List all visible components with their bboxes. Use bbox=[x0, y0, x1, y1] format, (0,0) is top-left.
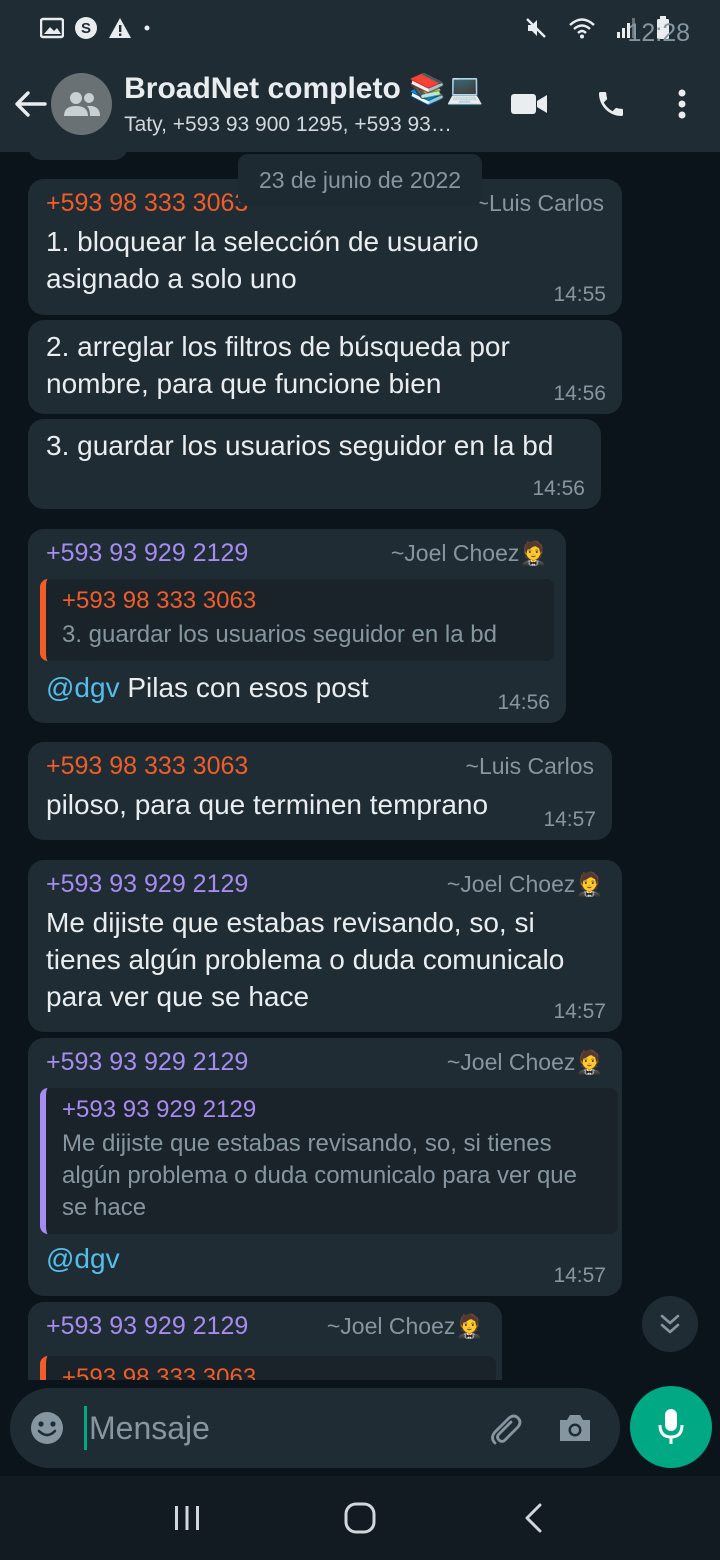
message-input[interactable]: Mensaje bbox=[89, 1410, 470, 1447]
system-nav-bar bbox=[0, 1476, 720, 1560]
composer-bar: Mensaje bbox=[0, 1380, 720, 1476]
system-back-button[interactable] bbox=[488, 1476, 578, 1560]
mention-link[interactable]: @dgv bbox=[46, 672, 120, 703]
voice-message-button[interactable] bbox=[630, 1386, 712, 1468]
wifi-icon bbox=[568, 17, 596, 39]
quoted-text: 3. guardar los usuarios seguidor en la b… bbox=[62, 621, 497, 648]
status-time: 12:28 bbox=[627, 19, 690, 47]
message-time: 14:57 bbox=[543, 808, 596, 831]
group-avatar[interactable] bbox=[51, 73, 113, 135]
message-text: piloso, para que terminen temprano bbox=[46, 789, 489, 820]
sender-alias: ~Luis Carlos bbox=[465, 753, 594, 779]
phone-icon bbox=[599, 92, 623, 116]
sender-phone[interactable]: +593 93 929 2129 bbox=[46, 870, 248, 899]
back-icon bbox=[525, 1503, 542, 1533]
svg-text:S: S bbox=[81, 20, 91, 37]
recent-apps-button[interactable] bbox=[142, 1476, 232, 1560]
sender-alias: ~Luis Carlos bbox=[475, 190, 604, 216]
message-bubble[interactable]: +593 98 333 3063 ~Luis Carlos piloso, pa… bbox=[28, 742, 612, 840]
emoji-icon bbox=[31, 1412, 63, 1444]
message-text: Pilas con esos post bbox=[119, 672, 369, 703]
video-camera-icon bbox=[511, 94, 547, 114]
message-bubble-partial bbox=[28, 152, 128, 160]
arrow-left-icon bbox=[14, 91, 47, 117]
chat-title: BroadNet completo 📚💻 bbox=[124, 72, 488, 107]
mention-link[interactable]: @dgv bbox=[46, 1243, 120, 1274]
quoted-sender: +593 98 333 3063 bbox=[62, 1364, 257, 1380]
chat-header: BroadNet completo 📚💻 Taty, +593 93 900 1… bbox=[0, 56, 720, 152]
emoji-button[interactable] bbox=[12, 1388, 82, 1468]
sender-phone[interactable]: +593 98 333 3063 bbox=[46, 752, 248, 781]
message-bubble[interactable]: 2. arreglar los filtros de búsqueda por … bbox=[28, 320, 622, 414]
message-bubble[interactable]: 3. guardar los usuarios seguidor en la b… bbox=[28, 419, 601, 509]
gallery-icon bbox=[40, 17, 64, 39]
message-time: 14:56 bbox=[497, 691, 550, 714]
camera-icon bbox=[560, 1415, 590, 1441]
sender-phone[interactable]: +593 93 929 2129 bbox=[46, 1312, 248, 1341]
sender-alias: ~Joel Choez🤵 bbox=[446, 871, 604, 897]
group-icon bbox=[63, 92, 100, 116]
home-icon bbox=[344, 1502, 376, 1534]
message-list[interactable]: 23 de junio de 2022 +593 98 333 3063 ~Lu… bbox=[0, 152, 720, 1380]
paperclip-icon bbox=[491, 1414, 522, 1445]
chat-title-block[interactable]: BroadNet completo 📚💻 Taty, +593 93 900 1… bbox=[124, 72, 488, 137]
voice-call-button[interactable] bbox=[570, 56, 652, 152]
quoted-message[interactable]: +593 93 929 2129 Me dijiste que estabas … bbox=[40, 1088, 618, 1234]
scroll-to-bottom-button[interactable] bbox=[642, 1296, 698, 1352]
back-button[interactable] bbox=[4, 56, 55, 152]
more-options-button[interactable] bbox=[652, 56, 712, 152]
quoted-text: Me dijiste que estabas revisando, so, si… bbox=[62, 1130, 578, 1221]
double-chevron-down-icon bbox=[660, 1314, 680, 1334]
message-text: 2. arreglar los filtros de búsqueda por … bbox=[46, 331, 510, 399]
warning-icon bbox=[108, 17, 132, 39]
message-input-container[interactable]: Mensaje bbox=[10, 1388, 620, 1468]
message-bubble[interactable]: +593 93 929 2129 ~Joel Choez🤵 +593 93 92… bbox=[28, 1038, 622, 1296]
sender-alias: ~Joel Choez🤵 bbox=[326, 1313, 484, 1339]
message-text: 1. bloquear la selección de usuario asig… bbox=[46, 226, 479, 294]
microphone-icon bbox=[658, 1409, 684, 1444]
quoted-sender: +593 98 333 3063 bbox=[62, 587, 257, 614]
kebab-menu-icon bbox=[678, 89, 686, 119]
quoted-message[interactable]: +593 98 333 3063 3. guardar los usuarios… bbox=[40, 579, 554, 661]
message-bubble[interactable]: +593 93 929 2129 ~Joel Choez🤵 Me dijiste… bbox=[28, 860, 622, 1032]
chat-title-text: BroadNet completo bbox=[124, 72, 401, 105]
status-bar: 12:28 S bbox=[0, 0, 720, 56]
sender-phone[interactable]: +593 93 929 2129 bbox=[46, 1048, 248, 1077]
message-bubble[interactable]: +593 93 929 2129 ~Joel Choez🤵 +593 98 33… bbox=[28, 529, 566, 723]
sender-alias: ~Joel Choez🤵 bbox=[390, 540, 548, 566]
message-time: 14:56 bbox=[553, 382, 606, 405]
home-button[interactable] bbox=[315, 1476, 405, 1560]
chat-participants: Taty, +593 93 900 1295, +593 93… bbox=[124, 112, 452, 136]
date-divider: 23 de junio de 2022 bbox=[238, 154, 482, 206]
text-cursor bbox=[84, 1406, 87, 1450]
message-time: 14:56 bbox=[532, 477, 585, 500]
message-text: Me dijiste que estabas revisando, so, si… bbox=[46, 907, 565, 1012]
attach-button[interactable] bbox=[470, 1388, 540, 1468]
message-bubble[interactable]: +593 93 929 2129 ~Joel Choez🤵 +593 98 33… bbox=[28, 1302, 502, 1380]
quoted-message[interactable]: +593 98 333 3063 bbox=[40, 1356, 496, 1380]
sender-phone[interactable]: +593 93 929 2129 bbox=[46, 539, 248, 568]
recent-apps-icon bbox=[174, 1506, 199, 1530]
message-time: 14:57 bbox=[553, 1000, 606, 1023]
message-time: 14:57 bbox=[553, 1264, 606, 1287]
sender-alias: ~Joel Choez🤵 bbox=[446, 1049, 604, 1075]
dot-icon bbox=[142, 23, 152, 33]
video-call-button[interactable] bbox=[488, 56, 570, 152]
sender-phone[interactable]: +593 98 333 3063 bbox=[46, 189, 248, 218]
mute-icon bbox=[524, 16, 548, 40]
s-app-icon: S bbox=[74, 16, 98, 40]
chat-title-emojis: 📚💻 bbox=[408, 72, 484, 106]
camera-button[interactable] bbox=[540, 1388, 610, 1468]
quoted-sender: +593 93 929 2129 bbox=[62, 1096, 257, 1123]
message-time: 14:55 bbox=[553, 283, 606, 306]
message-text: 3. guardar los usuarios seguidor en la b… bbox=[46, 430, 554, 461]
